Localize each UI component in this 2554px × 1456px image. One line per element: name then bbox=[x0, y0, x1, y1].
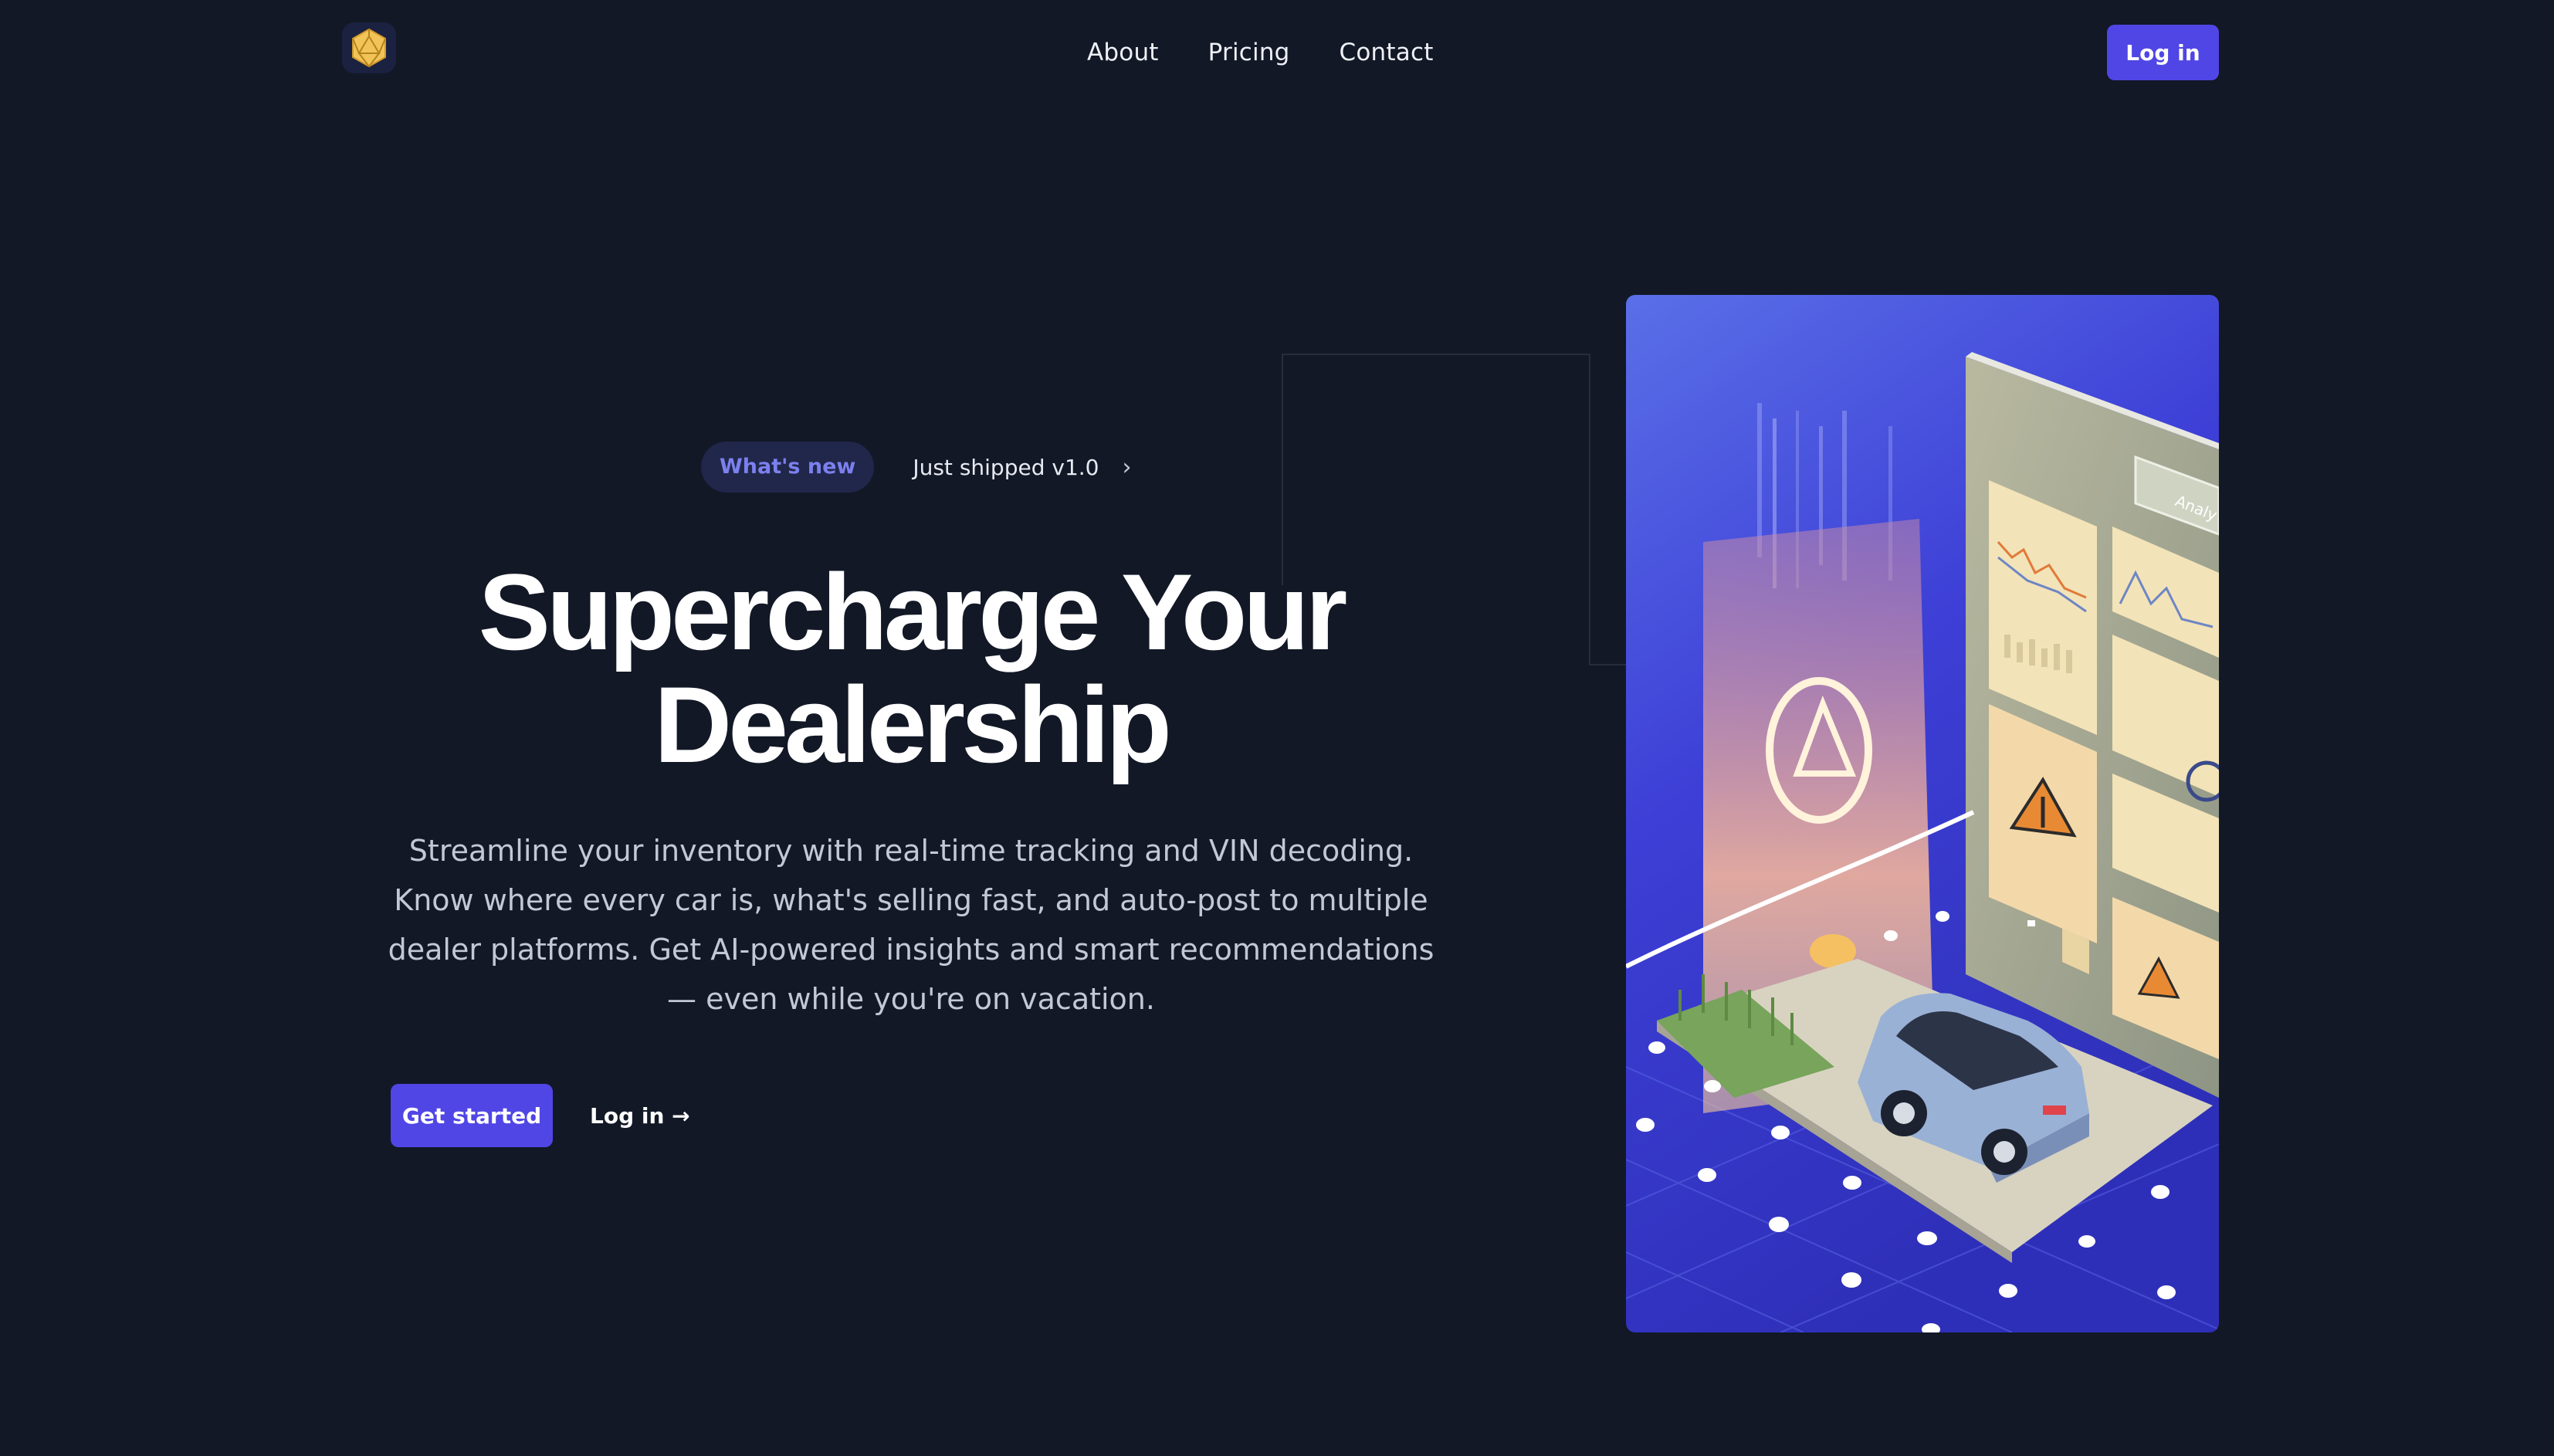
announcement-text: Just shipped v1.0 bbox=[913, 454, 1099, 480]
announcement-bar[interactable]: What's new Just shipped v1.0 › bbox=[701, 442, 1131, 493]
hero-subheadline: Streamline your inventory with real-time… bbox=[388, 834, 1435, 1016]
decorative-frame-bottom bbox=[1589, 664, 1626, 665]
main-nav: About Pricing Contact bbox=[1087, 34, 1434, 71]
announcement-link[interactable]: Just shipped v1.0 › bbox=[913, 454, 1131, 481]
hero-cta-group: Get started Log in → bbox=[391, 1084, 690, 1147]
hero-illustration: Analy bbox=[1626, 295, 2219, 1332]
get-started-button[interactable]: Get started bbox=[391, 1084, 553, 1147]
dealership-isometric-illustration: Analy bbox=[1626, 295, 2219, 1332]
header-login-button[interactable]: Log in bbox=[2107, 25, 2219, 80]
hero-login-link[interactable]: Log in → bbox=[590, 1103, 690, 1129]
whats-new-badge: What's new bbox=[701, 442, 875, 493]
nav-about-link[interactable]: About bbox=[1087, 34, 1159, 71]
headline-line-1: Supercharge Your bbox=[478, 551, 1348, 672]
decorative-frame-right bbox=[1589, 354, 1590, 664]
decorative-frame-left bbox=[1282, 354, 1283, 585]
chevron-right-icon: › bbox=[1122, 453, 1132, 481]
site-header: About Pricing Contact Log in bbox=[0, 0, 2554, 108]
decorative-frame-top bbox=[1282, 354, 1590, 355]
nav-contact-link[interactable]: Contact bbox=[1340, 34, 1434, 71]
hero-headline: Supercharge Your Dealership bbox=[340, 556, 1482, 781]
nav-pricing-link[interactable]: Pricing bbox=[1208, 34, 1290, 71]
logo-icon[interactable] bbox=[342, 22, 396, 73]
headline-line-2: Dealership bbox=[654, 664, 1172, 785]
